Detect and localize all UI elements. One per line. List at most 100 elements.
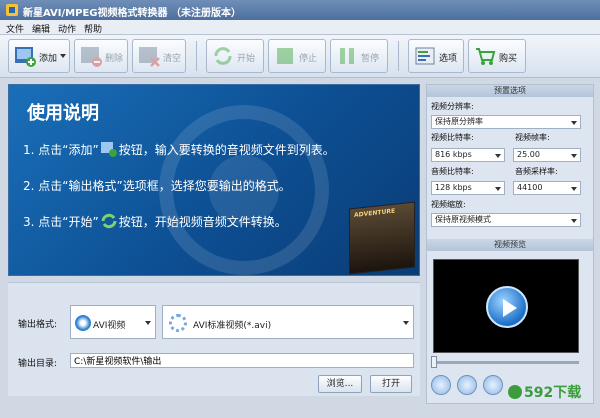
add-label: 添加 (39, 54, 58, 64)
options-icon (415, 47, 435, 65)
framerate-value: 25.00 (517, 150, 540, 159)
watermark-text: 592下载 (524, 385, 582, 401)
video-bitrate-label: 视频比特率: (431, 133, 474, 142)
step-3-text-cont: 按钮，开始视频音频文件转换。 (118, 215, 287, 229)
stop-preview-button[interactable] (483, 375, 503, 395)
clear-button[interactable]: 清空 (132, 39, 186, 73)
browse-button[interactable]: 浏览... (318, 375, 362, 393)
video-scale-label: 视频缩放: (431, 200, 466, 209)
convert-icon (214, 47, 232, 65)
clear-label: 清空 (163, 54, 182, 64)
pause-preview-button[interactable] (457, 375, 477, 395)
menu-bar: 文件 编辑 动作 帮助 (0, 20, 600, 35)
options-button[interactable]: 选项 (408, 39, 464, 73)
pause-label: 暂停 (361, 54, 380, 64)
instructions-banner: 使用说明 1. 点击“添加” 按钮，输入要转换的音视频文件到列表。 2. 点击“输… (8, 84, 420, 276)
seek-slider-thumb[interactable] (431, 356, 437, 368)
output-dir-label: 输出目录: (18, 359, 58, 369)
samplerate-value: 44100 (517, 183, 543, 192)
video-preview-header: 视频预览 (427, 239, 593, 251)
settings-panel: 预置选项 视频分辨率: 保持原分辨率 视频比特率: 视频帧率: 816 kbps… (426, 84, 594, 404)
step-1-text: 1. 点击“添加” (23, 143, 99, 157)
step-1-text-cont: 按钮，输入要转换的音视频文件到列表。 (118, 143, 335, 157)
chevron-down-icon[interactable] (60, 54, 66, 58)
chevron-down-icon (495, 187, 501, 191)
video-preview (433, 259, 579, 353)
output-format-value: AVI视频 (93, 321, 126, 331)
step-3-text: 3. 点击“开始” (23, 215, 99, 229)
audio-bitrate-label: 音频比特率: (431, 167, 474, 176)
options-label: 选项 (439, 54, 458, 64)
menu-edit[interactable]: 编辑 (32, 22, 50, 35)
chevron-down-icon (571, 154, 577, 158)
video-scale-select[interactable]: 保持原视频模式 (431, 213, 581, 227)
play-triangle (503, 299, 517, 317)
movie-poster-image: ADVENTURE (349, 201, 415, 275)
pause-icon (340, 48, 354, 64)
output-subformat-select[interactable]: AVI标准视频(*.avi) (162, 305, 414, 339)
play-icon[interactable] (486, 286, 528, 328)
add-file-icon (15, 47, 36, 67)
resolution-value: 保持原分辨率 (435, 117, 483, 126)
buy-label: 购买 (499, 54, 518, 64)
play-button[interactable] (431, 375, 451, 395)
menu-action[interactable]: 动作 (58, 22, 76, 35)
instruction-step-2: 2. 点击“输出格式”选项框，选择您要输出的格式。 (23, 179, 291, 193)
video-bitrate-value: 816 kbps (435, 150, 472, 159)
instruction-step-1: 1. 点击“添加” 按钮，输入要转换的音视频文件到列表。 (23, 141, 335, 158)
samplerate-select[interactable]: 44100 (513, 181, 581, 195)
window-title: 新星AVI/MPEG视频格式转换器 （未注册版本） (23, 8, 241, 19)
video-bitrate-select[interactable]: 816 kbps (431, 148, 505, 162)
output-format-label: 输出格式: (18, 320, 58, 330)
output-format-select[interactable]: AVI视频 (70, 305, 156, 339)
clear-icon (139, 47, 160, 67)
stop-button[interactable]: 停止 (268, 39, 326, 73)
seek-slider-track[interactable] (433, 361, 579, 364)
delete-button[interactable]: 删除 (74, 39, 128, 73)
chevron-down-icon (571, 121, 577, 125)
pause-button[interactable]: 暂停 (330, 39, 388, 73)
resolution-label: 视频分辨率: (431, 102, 474, 111)
chevron-down-icon (495, 154, 501, 158)
open-button[interactable]: 打开 (370, 375, 412, 393)
chevron-down-icon (403, 321, 409, 325)
framerate-label: 视频帧率: (515, 133, 550, 142)
stop-label: 停止 (299, 54, 318, 64)
audio-bitrate-value: 128 kbps (435, 183, 472, 192)
start-label: 开始 (237, 54, 256, 64)
add-button[interactable]: 添加 (8, 39, 70, 73)
menu-file[interactable]: 文件 (6, 22, 24, 35)
app-icon (6, 4, 18, 16)
avi-standard-icon (169, 314, 187, 332)
poster-caption: ADVENTURE (354, 207, 396, 219)
convert-icon (101, 213, 117, 229)
preset-options-header: 预置选项 (427, 85, 593, 97)
output-subformat-value: AVI标准视频(*.avi) (193, 321, 272, 331)
site-watermark: 592下载 (508, 382, 581, 402)
video-scale-value: 保持原视频模式 (435, 215, 491, 224)
audio-bitrate-select[interactable]: 128 kbps (431, 181, 505, 195)
start-button[interactable]: 开始 (206, 39, 264, 73)
menu-help[interactable]: 帮助 (84, 22, 102, 35)
add-file-icon (100, 142, 117, 157)
output-dir-field[interactable] (70, 353, 414, 368)
instructions-heading: 使用说明 (27, 103, 99, 124)
buy-button[interactable]: 购买 (468, 39, 526, 73)
cart-icon (476, 48, 496, 65)
instruction-step-3: 3. 点击“开始” 按钮，开始视频音频文件转换。 (23, 213, 287, 230)
title-bar: 新星AVI/MPEG视频格式转换器 （未注册版本） (0, 0, 600, 20)
chevron-down-icon (571, 187, 577, 191)
samplerate-label: 音频采样率: (515, 167, 558, 176)
chevron-down-icon (145, 321, 151, 325)
framerate-select[interactable]: 25.00 (513, 148, 581, 162)
toolbar-divider (398, 41, 399, 71)
avi-format-icon (75, 315, 91, 331)
chevron-down-icon (571, 219, 577, 223)
toolbar: 添加 删除 清空 开始 停止 暂停 选项 购买 (0, 35, 600, 78)
watermark-logo-icon (508, 385, 522, 399)
output-panel: 输出格式: AVI视频 AVI标准视频(*.avi) 输出目录: 浏览... 打… (8, 282, 420, 396)
toolbar-divider (196, 41, 197, 71)
delete-icon (81, 47, 102, 67)
resolution-select[interactable]: 保持原分辨率 (431, 115, 581, 129)
delete-label: 删除 (105, 54, 124, 64)
